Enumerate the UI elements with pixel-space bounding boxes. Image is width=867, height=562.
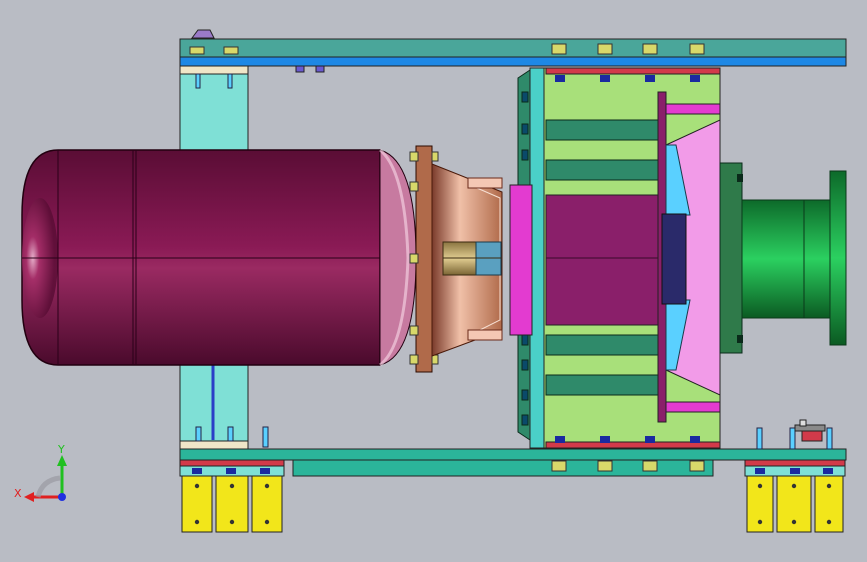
left-mounting-feet[interactable] [179,459,285,533]
cad-viewport[interactable]: Y X [0,0,867,562]
shaft-coupling[interactable] [442,241,502,276]
top-frame-beam[interactable] [179,29,847,73]
view-orientation-triad: Y X [14,443,67,502]
triad-y-label: Y [57,443,65,456]
generator-housing[interactable] [509,67,721,449]
motor-housing[interactable] [21,148,417,367]
sensor-bracket [794,419,826,442]
output-shaft[interactable] [719,162,847,354]
triad-x-label: X [14,487,22,500]
right-mounting-feet[interactable] [744,419,846,533]
